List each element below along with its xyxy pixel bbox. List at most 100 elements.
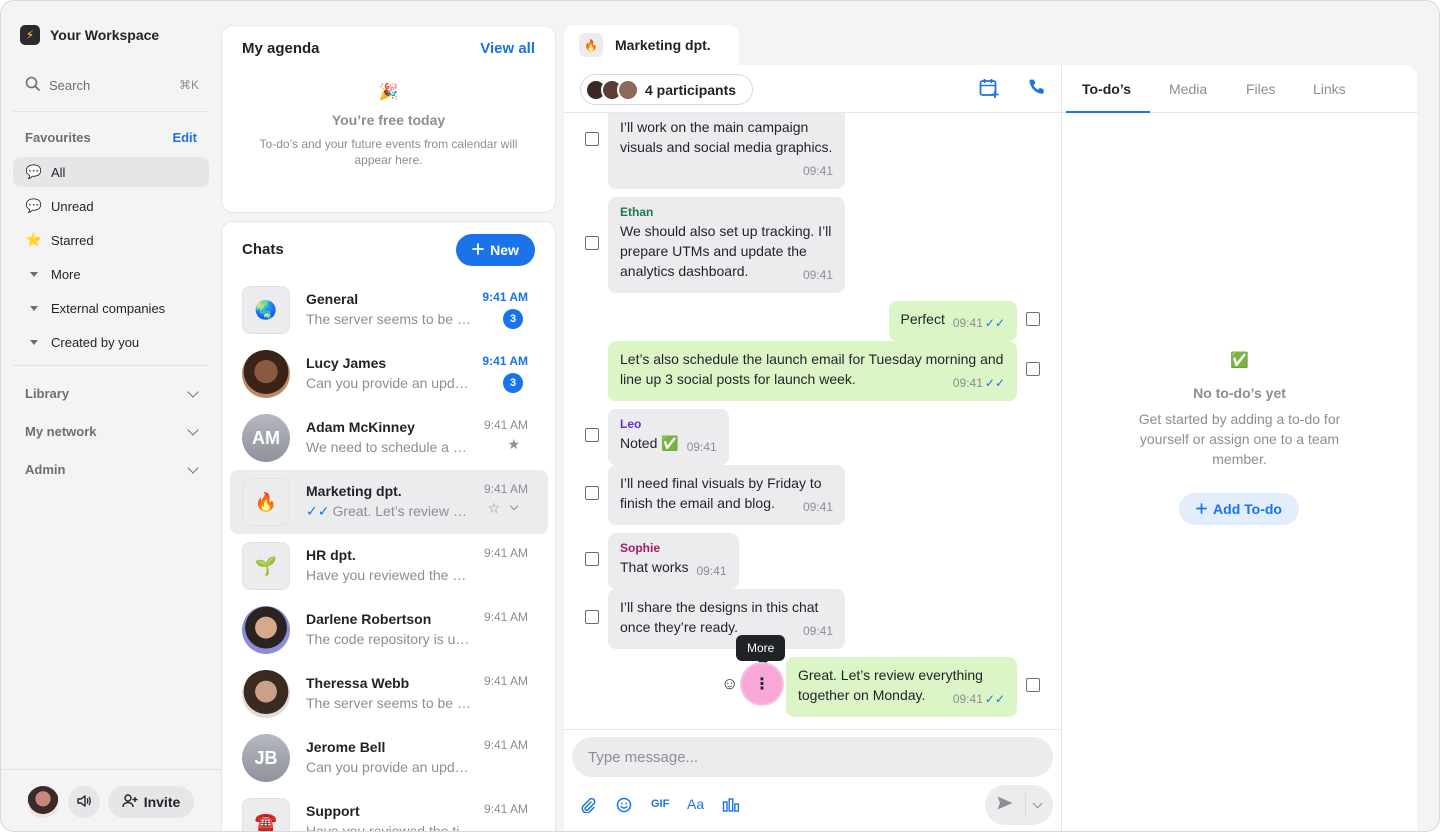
sidebar-item-unread[interactable]: 💬 Unread bbox=[13, 191, 209, 221]
poll-icon[interactable] bbox=[722, 797, 740, 816]
new-chat-label: New bbox=[490, 242, 519, 258]
phone-icon[interactable] bbox=[1027, 77, 1047, 102]
double-check-icon: ✓✓ bbox=[984, 692, 1005, 706]
message-time-wrap: 09:41 ✓✓ bbox=[953, 373, 1005, 393]
chat-name: Marketing dpt. bbox=[306, 483, 402, 499]
text-format-button[interactable]: Aa bbox=[687, 796, 704, 812]
tab-media[interactable]: Media bbox=[1169, 81, 1207, 97]
message-bubble: Ethan We should also set up tracking. I’… bbox=[608, 197, 845, 293]
chat-row-general[interactable]: 🌏 General The server seems to be down ag… bbox=[230, 278, 548, 342]
sidebar-item-all[interactable]: 💬 All bbox=[13, 157, 209, 187]
participants-button[interactable]: 4 participants bbox=[580, 74, 754, 105]
search-button[interactable]: Search ⌘K bbox=[25, 75, 199, 95]
sidebar-item-label: External companies bbox=[51, 300, 166, 316]
chat-time: 9:41 AM bbox=[483, 610, 528, 624]
emoji-icon[interactable] bbox=[616, 797, 632, 816]
user-avatar[interactable] bbox=[27, 786, 59, 818]
double-check-icon: ✓✓ bbox=[984, 376, 1005, 390]
section-my-network[interactable]: My network bbox=[25, 423, 199, 439]
sidebar-divider bbox=[13, 365, 209, 366]
conversation-tab[interactable]: 🔥 Marketing dpt. bbox=[564, 25, 739, 65]
sidebar-item-created-by-you[interactable]: Created by you bbox=[13, 327, 209, 357]
chat-row-hr-dpt[interactable]: 🌱 HR dpt. Have you reviewed the new poli… bbox=[230, 534, 548, 598]
chevron-down-icon bbox=[187, 385, 199, 398]
star-icon: ⭐ bbox=[25, 232, 43, 247]
todo-checkbox[interactable] bbox=[585, 236, 599, 250]
chat-name: Lucy James bbox=[306, 355, 387, 371]
workspace-switcher[interactable]: ⚡ Your Workspace bbox=[20, 25, 159, 45]
message-time-wrap: 09:41 ✓✓ bbox=[953, 689, 1005, 709]
chevron-down-icon[interactable] bbox=[509, 501, 519, 511]
view-all-link[interactable]: View all bbox=[480, 40, 535, 57]
tab-links[interactable]: Links bbox=[1313, 81, 1346, 97]
globe-icon: 🌏 bbox=[242, 286, 290, 334]
gif-button[interactable]: GIF bbox=[651, 798, 669, 810]
chats-card: Chats New 🌏 General The server seems to … bbox=[221, 221, 556, 831]
todos-empty-title: No to-do’s yet bbox=[1193, 385, 1286, 401]
section-admin[interactable]: Admin bbox=[25, 461, 199, 477]
chevron-down-icon[interactable] bbox=[1032, 798, 1043, 809]
favourites-title: Favourites bbox=[25, 130, 91, 145]
message-text: I’ll share the designs in this chat once… bbox=[620, 599, 819, 635]
todo-checkbox[interactable] bbox=[585, 552, 599, 566]
tab-todos[interactable]: To-do’s bbox=[1082, 81, 1131, 97]
attach-icon[interactable] bbox=[580, 797, 596, 816]
message-input[interactable] bbox=[572, 737, 1053, 777]
message-bubble: Leo Noted ✅ 09:41 bbox=[608, 409, 729, 465]
chat-time: 9:41 AM bbox=[482, 290, 528, 304]
chat-row-support[interactable]: ☎️ Support Have you reviewed the ticket?… bbox=[230, 790, 548, 831]
chat-name: General bbox=[306, 291, 359, 307]
chat-row-jerome-bell[interactable]: JB Jerome Bell Can you provide an update… bbox=[230, 726, 548, 790]
message-bubble: I’ll work on the main campaign visuals a… bbox=[608, 113, 845, 189]
star-icon[interactable]: ★ bbox=[507, 436, 520, 453]
sidebar-item-more[interactable]: More bbox=[13, 259, 209, 289]
fire-icon: 🔥 bbox=[242, 478, 290, 526]
plus-icon bbox=[472, 242, 484, 258]
sidebar: ⚡ Your Workspace Search ⌘K Favourites Ed… bbox=[1, 1, 221, 831]
star-outline-icon[interactable]: ☆ bbox=[487, 500, 500, 517]
agenda-card: My agenda View all 🎉 You’re free today T… bbox=[221, 25, 556, 213]
chat-preview: We need to schedule a meeting bbox=[306, 439, 474, 455]
vertical-dots-icon: ⋮ bbox=[754, 676, 770, 693]
todo-checkbox[interactable] bbox=[585, 486, 599, 500]
sender-name: Sophie bbox=[620, 541, 661, 555]
emoji-reaction-icon[interactable]: ☺ bbox=[721, 674, 738, 694]
message-text: Perfect bbox=[900, 311, 945, 327]
sidebar-item-starred[interactable]: ⭐ Starred bbox=[13, 225, 209, 255]
message-bubble: Sophie That works 09:41 bbox=[608, 533, 739, 589]
chat-time: 9:41 AM bbox=[483, 802, 528, 816]
todo-checkbox[interactable] bbox=[1026, 312, 1040, 326]
conversation-tab-title: Marketing dpt. bbox=[615, 37, 711, 53]
chat-row-lucy-james[interactable]: Lucy James Can you provide an update on … bbox=[230, 342, 548, 406]
new-chat-button[interactable]: New bbox=[456, 234, 535, 266]
search-shortcut: ⌘K bbox=[178, 78, 199, 92]
todo-checkbox[interactable] bbox=[1026, 678, 1040, 692]
invite-button[interactable]: Invite bbox=[108, 786, 194, 818]
todo-checkbox[interactable] bbox=[585, 132, 599, 146]
telephone-icon: ☎️ bbox=[242, 798, 290, 831]
add-calendar-event-icon[interactable] bbox=[978, 77, 1000, 104]
more-options-button[interactable]: ⋮ bbox=[742, 664, 782, 704]
chevron-down-icon bbox=[187, 423, 199, 436]
add-todo-button[interactable]: Add To-do bbox=[1179, 493, 1299, 525]
agenda-title: My agenda bbox=[242, 40, 320, 57]
send-icon[interactable] bbox=[985, 795, 1025, 816]
chat-row-marketing-dpt[interactable]: 🔥 Marketing dpt. ✓✓ Great. Let’s review e… bbox=[230, 470, 548, 534]
message-bubble: Let’s also schedule the launch email for… bbox=[608, 341, 1017, 401]
todo-checkbox[interactable] bbox=[585, 428, 599, 442]
todo-checkbox[interactable] bbox=[1026, 362, 1040, 376]
message-bubble: Great. Let’s review everything together … bbox=[786, 657, 1017, 717]
speaker-button[interactable] bbox=[68, 786, 100, 818]
chat-preview: The code repository is updated bbox=[306, 631, 474, 647]
chat-row-darlene-robertson[interactable]: Darlene Robertson The code repository is… bbox=[230, 598, 548, 662]
favourites-edit-link[interactable]: Edit bbox=[172, 130, 197, 145]
avatar: AM bbox=[242, 414, 290, 462]
sidebar-item-external-companies[interactable]: External companies bbox=[13, 293, 209, 323]
todo-checkbox[interactable] bbox=[585, 610, 599, 624]
chat-row-theressa-webb[interactable]: Theressa Webb The server seems to be dow… bbox=[230, 662, 548, 726]
avatar bbox=[242, 350, 290, 398]
section-library[interactable]: Library bbox=[25, 385, 199, 401]
tab-files[interactable]: Files bbox=[1246, 81, 1276, 97]
section-label: Library bbox=[25, 386, 70, 401]
chat-row-adam-mckinney[interactable]: AM Adam McKinney We need to schedule a m… bbox=[230, 406, 548, 470]
